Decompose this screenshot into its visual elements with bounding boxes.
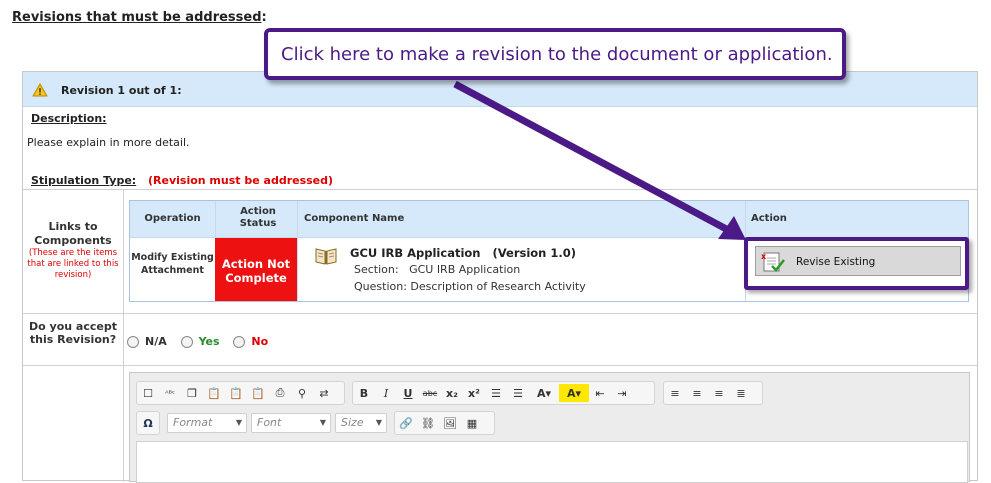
callout-box: Click here to make a revision to the doc… xyxy=(264,28,846,80)
highlight-frame xyxy=(744,237,969,290)
